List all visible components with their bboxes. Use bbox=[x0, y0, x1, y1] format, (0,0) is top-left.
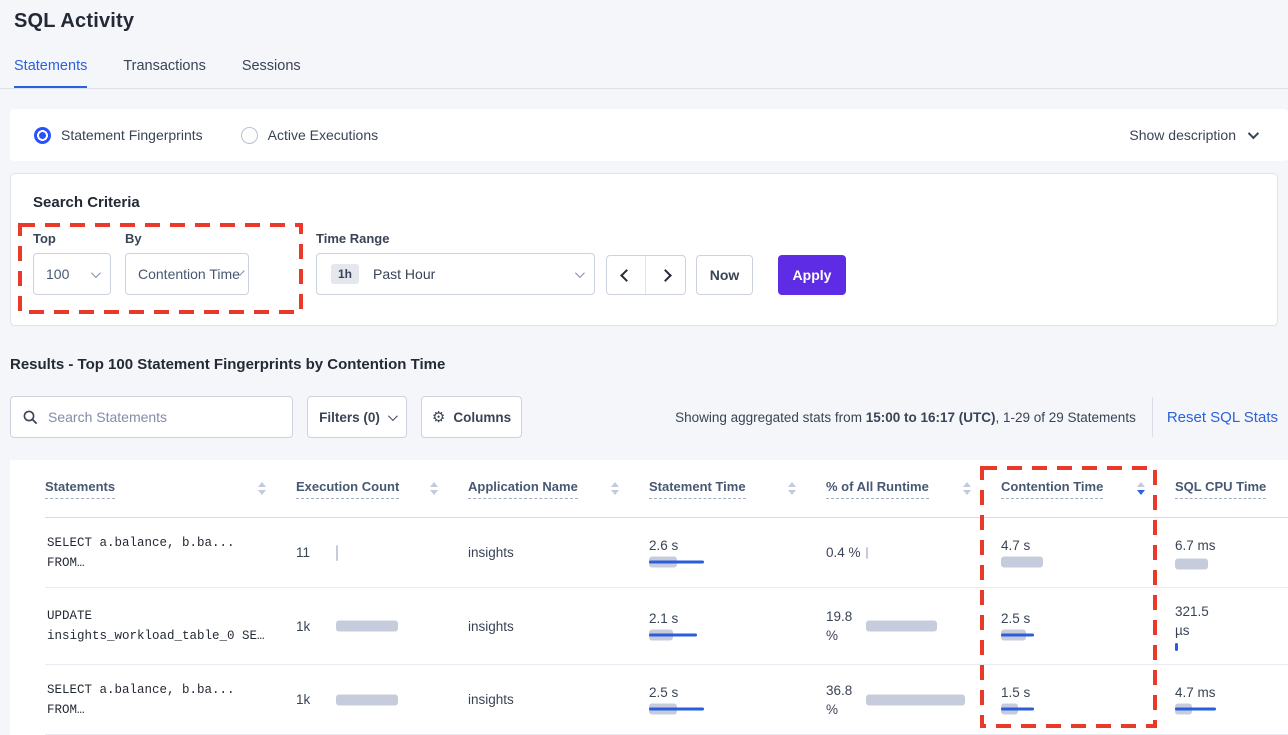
table-header-row: Statements Execution Count Application N… bbox=[45, 460, 1288, 518]
column-header-application-name[interactable]: Application Name bbox=[468, 479, 649, 499]
time-range-label: Time Range bbox=[316, 231, 389, 246]
statement-time-cell: 2.1 s bbox=[649, 611, 826, 641]
application-name-cell: insights bbox=[468, 545, 649, 560]
sort-icon[interactable] bbox=[430, 482, 438, 495]
column-header-execution-count[interactable]: Execution Count bbox=[296, 479, 468, 499]
contention-time-cell: 1.5 s bbox=[1001, 685, 1175, 715]
tab-transactions[interactable]: Transactions bbox=[123, 58, 205, 88]
statement-fingerprint[interactable]: UPDATEinsights_workload_table_0 SE… bbox=[45, 606, 296, 646]
show-description-label: Show description bbox=[1129, 127, 1236, 143]
sort-icon[interactable] bbox=[1137, 482, 1145, 495]
tab-bar: Statements Transactions Sessions bbox=[14, 58, 301, 88]
statements-table: Statements Execution Count Application N… bbox=[10, 460, 1288, 735]
tabs-divider bbox=[0, 88, 1288, 89]
vertical-divider bbox=[1152, 397, 1153, 437]
sort-icon[interactable] bbox=[611, 482, 619, 495]
radio-active-executions[interactable]: Active Executions bbox=[241, 127, 379, 144]
by-label: By bbox=[125, 231, 142, 246]
view-mode-panel: Statement Fingerprints Active Executions… bbox=[10, 109, 1288, 161]
execution-count-cell: 1k bbox=[296, 619, 468, 634]
time-nav-group bbox=[606, 255, 686, 295]
statement-fingerprint[interactable]: SELECT a.balance, b.ba...FROM… bbox=[45, 533, 296, 573]
execution-count-cell: 1k bbox=[296, 692, 468, 707]
chevron-down-icon bbox=[91, 268, 101, 278]
statement-time-cell: 2.6 s bbox=[649, 538, 826, 568]
chevron-right-icon bbox=[659, 269, 672, 282]
filters-button[interactable]: Filters (0) bbox=[307, 396, 407, 438]
runtime-pct-cell: 36.8% bbox=[826, 681, 1001, 719]
time-range-badge: 1h bbox=[331, 264, 359, 284]
contention-time-cell: 2.5 s bbox=[1001, 611, 1175, 641]
by-select[interactable]: Contention Time bbox=[125, 253, 249, 295]
statement-fingerprint[interactable]: SELECT a.balance, b.ba...FROM… bbox=[45, 680, 296, 720]
radio-label: Active Executions bbox=[268, 127, 379, 143]
runtime-pct-cell: 19.8% bbox=[826, 607, 1001, 645]
radio-label: Statement Fingerprints bbox=[61, 127, 203, 143]
chevron-down-icon bbox=[1248, 128, 1259, 139]
time-range-value: Past Hour bbox=[359, 266, 575, 282]
stats-summary: Showing aggregated stats from 15:00 to 1… bbox=[675, 396, 1278, 438]
time-prev-button[interactable] bbox=[607, 256, 646, 294]
runtime-pct-cell: 0.4 % bbox=[826, 543, 1001, 562]
statement-time-cell: 2.5 s bbox=[649, 685, 826, 715]
column-header-contention-time[interactable]: Contention Time bbox=[1001, 479, 1175, 499]
filters-label: Filters (0) bbox=[319, 410, 380, 425]
columns-label: Columns bbox=[453, 410, 511, 425]
show-description-toggle[interactable]: Show description bbox=[1129, 109, 1256, 161]
tab-statements[interactable]: Statements bbox=[14, 58, 87, 88]
time-range-select[interactable]: 1h Past Hour bbox=[316, 253, 595, 295]
sort-icon[interactable] bbox=[963, 482, 971, 495]
column-header-statement-time[interactable]: Statement Time bbox=[649, 479, 826, 499]
sort-icon[interactable] bbox=[788, 482, 796, 495]
sql-cpu-time-cell: 4.7 ms bbox=[1175, 685, 1288, 715]
showing-stats-text: Showing aggregated stats from 15:00 to 1… bbox=[675, 410, 1136, 425]
sql-cpu-time-cell: 6.7 ms bbox=[1175, 536, 1288, 570]
reset-sql-stats-link[interactable]: Reset SQL Stats bbox=[1167, 409, 1278, 426]
top-select-value: 100 bbox=[34, 266, 91, 282]
time-next-button[interactable] bbox=[646, 256, 685, 294]
apply-button[interactable]: Apply bbox=[778, 255, 846, 295]
application-name-cell: insights bbox=[468, 619, 649, 634]
sort-icon[interactable] bbox=[258, 482, 266, 495]
table-row[interactable]: SELECT a.balance, b.ba...FROM… 1k insigh… bbox=[45, 665, 1288, 735]
columns-button[interactable]: ⚙ Columns bbox=[421, 396, 522, 438]
table-row[interactable]: UPDATEinsights_workload_table_0 SE… 1k i… bbox=[45, 588, 1288, 665]
tab-sessions[interactable]: Sessions bbox=[242, 58, 301, 88]
page-title: SQL Activity bbox=[14, 10, 134, 33]
now-button[interactable]: Now bbox=[696, 255, 753, 295]
chevron-left-icon bbox=[620, 269, 633, 282]
search-criteria-panel: Search Criteria Top 100 By Contention Ti… bbox=[10, 173, 1278, 326]
contention-time-cell: 4.7 s bbox=[1001, 538, 1175, 568]
search-criteria-title: Search Criteria bbox=[33, 194, 140, 211]
top-select[interactable]: 100 bbox=[33, 253, 111, 295]
gear-icon: ⚙ bbox=[432, 408, 445, 426]
search-icon bbox=[23, 410, 38, 425]
sql-cpu-time-cell: 321.5µs bbox=[1175, 602, 1288, 651]
column-header-sql-cpu-time[interactable]: SQL CPU Time bbox=[1175, 479, 1288, 499]
chevron-down-icon bbox=[575, 268, 585, 278]
results-heading: Results - Top 100 Statement Fingerprints… bbox=[10, 356, 445, 373]
statement-search-box bbox=[10, 396, 293, 438]
search-input[interactable] bbox=[38, 409, 292, 425]
execution-count-cell: 11 bbox=[296, 545, 468, 560]
column-header-runtime-pct[interactable]: % of All Runtime bbox=[826, 479, 1001, 499]
chevron-down-icon bbox=[388, 411, 398, 421]
radio-statement-fingerprints[interactable]: Statement Fingerprints bbox=[34, 127, 203, 144]
table-row[interactable]: SELECT a.balance, b.ba...FROM… 11 insigh… bbox=[45, 518, 1288, 588]
column-header-statements[interactable]: Statements bbox=[45, 479, 296, 499]
radio-unselected-icon[interactable] bbox=[241, 127, 258, 144]
radio-selected-icon[interactable] bbox=[34, 127, 51, 144]
top-label: Top bbox=[33, 231, 56, 246]
by-select-value: Contention Time bbox=[126, 266, 240, 282]
application-name-cell: insights bbox=[468, 692, 649, 707]
